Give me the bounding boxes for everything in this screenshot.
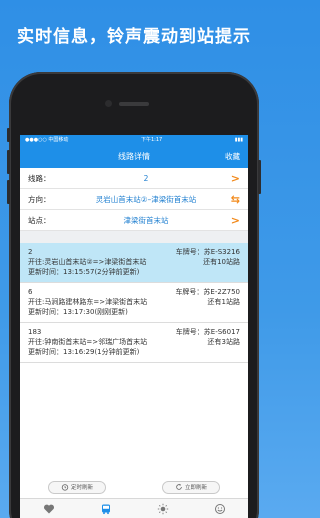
direction-label: 方向： [28,194,51,204]
volume-up-button [7,150,10,174]
timed-refresh-label: 定时刷新 [70,485,93,491]
tab-profile[interactable] [213,502,227,516]
tab-bar [20,498,248,518]
mute-switch [7,128,10,142]
bus-departure: 开往:马涧路建林路东=>津梁街首末站 [28,298,148,306]
bus-card[interactable]: 6 车牌号：苏E-2Z750 开往:马涧路建林路东=>津梁街首末站 还有1站路 … [20,283,248,323]
bus-card[interactable]: 2 车牌号：苏E-S3216 开往:灵岩山首末站②=>津梁街首末站 还有10站路… [20,243,248,283]
bus-plate: 车牌号：苏E-2Z750 [175,288,240,296]
direction-value: 灵岩山首末站②–津梁街首末站 [95,194,197,204]
stop-label: 站点： [28,215,51,225]
bus-departure: 开往:灵岩山首末站②=>津梁街首末站 [28,258,147,266]
bus-route-number: 2 [28,248,33,256]
bus-updated-time: 更新时间：13:16:29(1分钟前更新) [28,348,140,356]
carrier-label: ●●●○○ 中国移动 [25,137,69,143]
alarm-clock-icon [61,484,69,491]
tab-weather[interactable] [156,502,170,516]
bus-route-number: 183 [28,328,42,336]
status-bar: ●●●○○ 中国移动 下午1:17 ▮▮▮ [20,135,248,144]
stop-value: 津梁街首末站 [123,215,169,225]
direction-row[interactable]: 方向： 灵岩山首末站②–津梁街首末站 ⇆ [20,189,248,210]
smile-icon [214,503,225,514]
battery-icon: ▮▮▮ [234,136,243,143]
clock-label: 下午1:17 [140,137,163,143]
power-button [258,160,261,194]
chevron-right-icon: > [230,213,240,227]
line-value: 2 [143,173,149,183]
swap-direction-icon[interactable]: ⇆ [230,193,240,206]
speaker-grille [119,102,149,106]
refresh-now-label: 立即刷新 [184,485,207,491]
volume-down-button [7,180,10,204]
app-screen: ●●●○○ 中国移动 下午1:17 ▮▮▮ 线路详情 收藏 线路： 2 > 方向… [20,135,248,518]
line-label: 线路： [28,173,51,183]
timed-refresh-button[interactable]: 定时刷新 [48,480,106,494]
page-title: 线路详情 [118,151,150,161]
bus-updated-time: 更新时间：13:17:30(刚刚更新) [28,308,128,316]
bus-plate: 车牌号：苏E-S6017 [175,328,240,336]
stop-row[interactable]: 站点： 津梁街首末站 > [20,210,248,231]
tab-favorites[interactable] [42,502,56,516]
refresh-icon [176,483,182,490]
bus-plate: 车牌号：苏E-S3216 [175,248,240,256]
bus-icon [101,504,110,514]
tab-bus[interactable] [99,502,113,516]
bus-remaining-stops: 还有10站路 [203,258,240,266]
nav-bar: 线路详情 收藏 [20,144,248,168]
chevron-right-icon: > [230,171,240,185]
section-gap [20,231,248,243]
camera-icon [105,100,112,107]
sun-icon [157,503,168,514]
promo-headline: 实时信息，铃声震动到站提示 [17,27,251,47]
line-row[interactable]: 线路： 2 > [20,168,248,189]
bus-departure: 开往:钟南街首末站=>邻瑞广场首末站 [28,338,148,346]
heart-icon [43,504,54,513]
favorite-button[interactable]: 收藏 [225,151,240,162]
bus-remaining-stops: 还有1站路 [207,298,240,306]
bus-updated-time: 更新时间：13:15:57(2分钟前更新) [28,268,140,276]
route-form: 线路： 2 > 方向： 灵岩山首末站②–津梁街首末站 ⇆ 站点： 津梁街首末站 … [20,168,248,231]
refresh-controls: 定时刷新 立即刷新 [20,476,248,498]
refresh-now-button[interactable]: 立即刷新 [162,480,220,494]
bus-remaining-stops: 还有3站路 [207,338,240,346]
bus-route-number: 6 [28,288,33,296]
bus-card[interactable]: 183 车牌号：苏E-S6017 开往:钟南街首末站=>邻瑞广场首末站 还有3站… [20,323,248,363]
